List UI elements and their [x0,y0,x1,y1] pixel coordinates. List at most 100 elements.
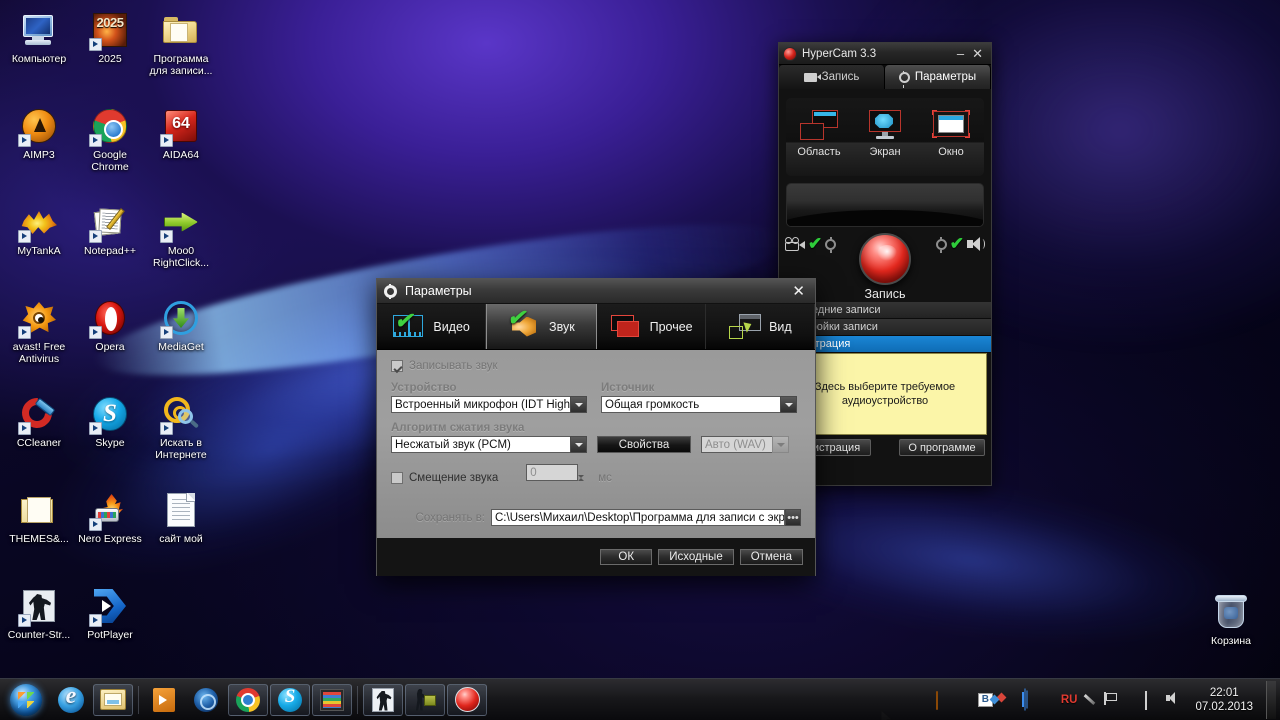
record-sound-row[interactable]: Записывать звук [391,360,801,372]
bluetooth-icon[interactable] [1019,692,1035,708]
computer-icon [19,10,59,50]
desktop-icon-2025[interactable]: 2025 2025 [75,4,145,100]
spinner-buttons[interactable] [578,464,591,492]
taskbar-item-internet-explorer[interactable] [51,683,91,716]
source-combobox[interactable]: Общая громкость [601,396,797,413]
codec-properties-button[interactable]: Свойства [597,436,691,453]
taskbar-item-counter-strike[interactable] [363,683,403,716]
desktop-icon-mediaget[interactable]: MediaGet [146,292,216,388]
desktop-icon-label: Программа для записи... [149,53,213,77]
red-windows-icon [609,312,643,342]
taskbar-item-soldier-game[interactable] [405,683,445,716]
capture-mode-screen[interactable]: Экран [854,105,916,158]
desktop-icon-label: Counter-Str... [7,629,71,641]
sound-offset-label: Смещение звука [409,472,499,484]
tab-view[interactable]: Вид [705,304,815,349]
save-to-input[interactable]: C:\Users\Михаил\Desktop\Программа для за… [491,509,785,526]
tab-label: Вид [769,319,792,334]
record-button[interactable] [859,233,911,285]
taskbar-item-daemon-tools[interactable] [186,684,226,716]
desktop-icon-computer[interactable]: Компьютер [4,4,74,100]
desktop-icon-notepadpp[interactable]: Notepad++ [75,196,145,292]
ok-button[interactable]: ОК [600,549,653,565]
start-button[interactable] [2,681,50,719]
desktop-icon-web-search[interactable]: Искать в Интернете [146,388,216,484]
taskbar-item-potplayer[interactable] [144,684,184,716]
taskbar-item-chrome[interactable] [228,683,268,716]
shield-icon[interactable] [1124,692,1140,708]
desktop-icon-chrome[interactable]: Google Chrome [75,100,145,196]
desktop-icon-ccleaner[interactable]: CCleaner [4,388,74,484]
desktop-icon-my-site[interactable]: сайт мой [146,484,216,580]
browse-folder-button[interactable]: ••• [785,509,801,526]
desktop[interactable]: Компьютер 2025 2025 Программа для записи… [0,0,1280,720]
taskbar[interactable]: B RU 22:01 07.02.2013 [0,678,1280,720]
desktop-icon-label: Компьютер [11,53,67,65]
desktop-icon-aida64[interactable]: 64 AIDA64 [146,100,216,196]
desktop-icon-label: AIDA64 [162,149,200,161]
flag-icon[interactable] [1103,692,1119,708]
clock[interactable]: 22:01 07.02.2013 [1187,686,1261,714]
tab-video[interactable]: ✔ Видео [377,304,487,349]
save-to-label: Сохранять в: [415,511,485,524]
codec-combobox[interactable]: Несжатый звук (PCM) [391,436,587,453]
shortcut-arrow-icon [89,326,102,339]
parameters-dialog[interactable]: Параметры ✕ ✔ Видео ✔ Звук Прочее Вид За… [376,278,894,720]
show-desktop-button[interactable] [1266,680,1276,719]
defaults-button[interactable]: Исходные [658,549,734,565]
desktop-icon-label: Opera [95,341,125,353]
taskbar-item-hypercam[interactable] [447,683,487,716]
capture-mode-region[interactable]: Область [788,105,850,158]
desktop-icon-skype[interactable]: S Skype [75,388,145,484]
tab-sound[interactable]: ✔ Звук [486,304,597,349]
dialog-titlebar[interactable]: Параметры ✕ [377,279,815,304]
taskbar-item-winrar[interactable] [312,683,352,716]
minimize-button[interactable]: – [953,46,968,61]
hypercam-titlebar[interactable]: HyperCam 3.3 – ✕ [779,43,991,65]
desktop-icon-recycle-bin[interactable]: Корзина [1196,586,1266,647]
close-icon[interactable]: ✕ [789,284,808,299]
desktop-icon-opera[interactable]: Opera [75,292,145,388]
network-icon[interactable] [998,692,1014,708]
chevron-down-icon[interactable] [570,436,587,453]
taskbar-item-skype[interactable] [270,683,310,716]
sound-offset-checkbox[interactable] [391,472,403,484]
speaker-icon[interactable] [1166,692,1182,708]
tab-parametry[interactable]: Параметры [885,65,991,89]
tab-other[interactable]: Прочее [596,304,706,349]
desktop-icon-counter-strike[interactable]: Counter-Str... [4,580,74,676]
device-combobox[interactable]: Встроенный микрофон (IDT High D [391,396,587,413]
green-download-icon[interactable] [915,692,931,708]
avast-icon [18,298,59,339]
desktop-icon-moo0-rightclick[interactable]: Moo0 RightClick... [146,196,216,292]
about-button[interactable]: О программе [899,439,985,456]
green-leaf-icon[interactable] [957,692,973,708]
desktop-icon-potplayer[interactable]: PotPlayer [75,580,145,676]
desktop-icon-mytanka[interactable]: MyTankA [4,196,74,292]
chevron-down-icon[interactable] [780,396,797,413]
monitor-icon[interactable] [1145,690,1161,710]
desktop-icon-themes-folder[interactable]: THEMES&... [4,484,74,580]
tab-zapis[interactable]: Запись [779,65,885,89]
document-icon [161,490,201,530]
shortcut-arrow-icon [89,422,102,435]
cancel-button[interactable]: Отмена [739,549,803,565]
desktop-icon-avast[interactable]: avast! Free Antivirus [4,292,74,388]
device-group: Устройство Встроенный микрофон (IDT High… [391,382,587,413]
green-arrow-icon [160,202,201,243]
amp-icon[interactable] [1040,692,1056,708]
wand-icon[interactable] [1082,692,1098,708]
sound-offset-stepper[interactable]: 0 [526,464,591,492]
chevron-down-icon[interactable] [570,396,587,413]
capture-mode-window[interactable]: Окно [920,105,982,158]
desktop-icon-nero-express[interactable]: Nero Express [75,484,145,580]
language-icon[interactable]: RU [1061,694,1078,706]
capture-screen-icon [854,105,916,145]
orange-doc-icon[interactable] [935,690,952,710]
desktop-icon-recording-folder[interactable]: Программа для записи... [146,4,216,100]
close-icon[interactable]: ✕ [968,46,987,61]
hypercam-capture-modes: Область Экран Окно [786,98,984,176]
record-sound-checkbox[interactable] [391,360,403,372]
desktop-icon-aimp3[interactable]: AIMP3 [4,100,74,196]
taskbar-item-explorer[interactable] [93,683,133,716]
